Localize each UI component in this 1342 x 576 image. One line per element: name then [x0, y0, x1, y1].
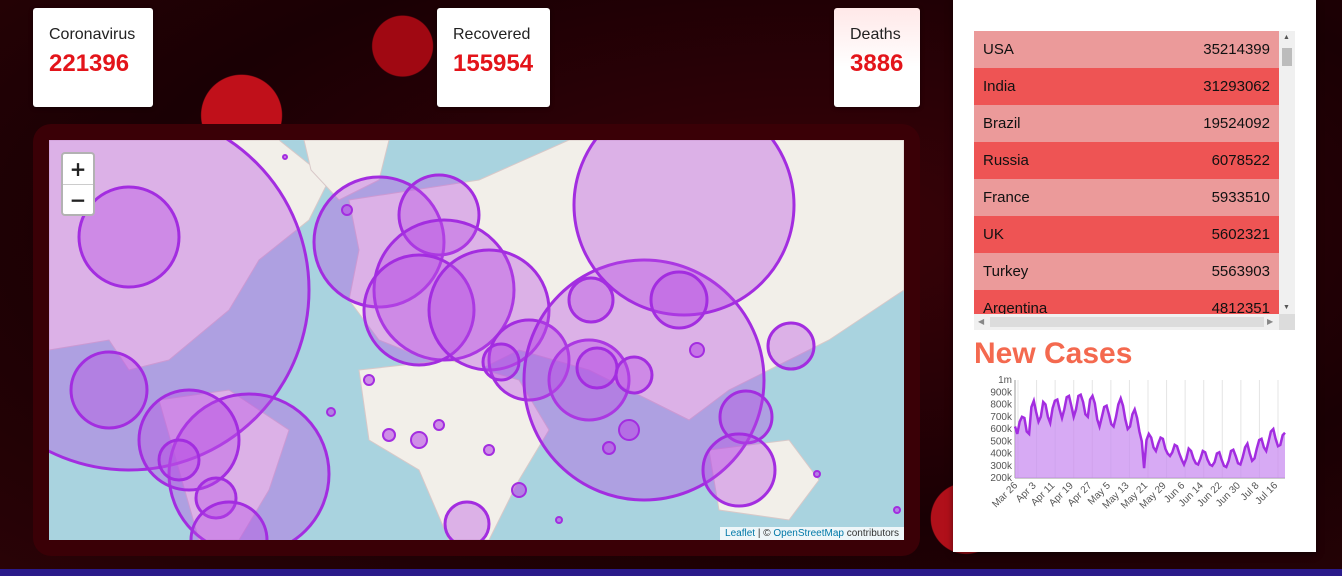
y-tick-label: 900k — [990, 387, 1013, 398]
country-name: India — [983, 78, 1016, 95]
vertical-scrollbar[interactable]: ▲ ▼ — [1279, 31, 1295, 314]
y-tick-label: 500k — [990, 436, 1013, 447]
map-tiles — [49, 140, 904, 540]
map-bubble[interactable] — [893, 506, 901, 514]
scroll-down-icon[interactable]: ▼ — [1283, 304, 1290, 311]
map-bubble[interactable] — [410, 431, 428, 449]
bottom-bar — [0, 569, 1342, 576]
country-cases: 19524092 — [1203, 115, 1270, 132]
attribution-separator: | © — [755, 528, 774, 539]
stat-card-recovered: Recovered 155954 — [437, 8, 550, 107]
map-bubble[interactable] — [481, 342, 521, 382]
y-tick-label: 600k — [990, 424, 1013, 435]
country-name: Russia — [983, 152, 1029, 169]
stat-value-deaths: 3886 — [850, 50, 904, 77]
map-bubble[interactable] — [382, 428, 396, 442]
map-bubble[interactable] — [433, 419, 445, 431]
map-bubble[interactable] — [157, 438, 201, 482]
country-cases: 5602321 — [1211, 226, 1270, 243]
map-bubble[interactable] — [555, 516, 563, 524]
y-tick-label: 1m — [998, 375, 1012, 386]
osm-link[interactable]: OpenStreetMap — [773, 528, 844, 539]
map-frame: + − Leaflet | © OpenStreetMap contributo… — [33, 124, 920, 556]
country-row[interactable]: Turkey 5563903 — [974, 253, 1279, 290]
zoom-in-button[interactable]: + — [63, 154, 93, 184]
attribution-suffix: contributors — [843, 528, 899, 539]
country-row[interactable]: India 31293062 — [974, 68, 1279, 105]
map-bubble[interactable] — [341, 204, 353, 216]
stat-card-cases: Coronavirus 221396 — [33, 8, 153, 107]
country-cases: 6078522 — [1211, 152, 1270, 169]
country-cases: 5933510 — [1211, 189, 1270, 206]
country-cases: 5563903 — [1211, 263, 1270, 280]
scrollbar-corner — [1279, 314, 1295, 330]
map-bubble[interactable] — [575, 346, 619, 390]
map-bubble[interactable] — [567, 276, 615, 324]
country-name: USA — [983, 41, 1014, 58]
country-name: Turkey — [983, 263, 1029, 280]
country-row[interactable]: France 5933510 — [974, 179, 1279, 216]
map-attribution: Leaflet | © OpenStreetMap contributors — [720, 527, 904, 540]
stat-label-cases: Coronavirus — [49, 26, 136, 43]
map-bubble[interactable] — [689, 342, 705, 358]
map-bubble[interactable] — [614, 355, 654, 395]
map-bubble[interactable] — [326, 407, 336, 417]
stat-card-deaths: Deaths 3886 — [834, 8, 920, 107]
stat-value-recovered: 155954 — [453, 50, 534, 77]
world-map[interactable]: + − Leaflet | © OpenStreetMap contributo… — [49, 140, 904, 540]
country-row[interactable]: USA 35214399 — [974, 31, 1279, 68]
side-panel: USA 35214399 India 31293062 Brazil 19524092 Ru… — [953, 0, 1316, 552]
map-bubble[interactable] — [511, 482, 527, 498]
country-row[interactable]: Russia 6078522 — [974, 142, 1279, 179]
map-bubble[interactable] — [649, 270, 709, 330]
map-bubble[interactable] — [618, 419, 640, 441]
new-cases-chart: 1m900k800k700k600k500k400k300k200kMar 26… — [990, 375, 1286, 511]
new-cases-title: New Cases — [974, 337, 1133, 370]
leaflet-link[interactable]: Leaflet — [725, 528, 755, 539]
y-tick-label: 400k — [990, 449, 1013, 460]
y-tick-label: 800k — [990, 400, 1013, 411]
y-tick-label: 300k — [990, 461, 1013, 472]
scroll-left-icon[interactable]: ◀ — [978, 317, 984, 326]
stat-label-deaths: Deaths — [850, 26, 901, 43]
scrollbar-thumb[interactable] — [1282, 48, 1292, 66]
scroll-up-icon[interactable]: ▲ — [1283, 34, 1290, 41]
map-bubble[interactable] — [443, 500, 491, 540]
country-cases: 35214399 — [1203, 41, 1270, 58]
map-bubble[interactable] — [813, 470, 821, 478]
country-name: Brazil — [983, 115, 1021, 132]
country-name: UK — [983, 226, 1004, 243]
map-bubble[interactable] — [701, 432, 777, 508]
horizontal-scrollbar[interactable]: ◀ ▶ — [974, 314, 1295, 330]
map-bubble[interactable] — [602, 441, 616, 455]
country-row[interactable]: Brazil 19524092 — [974, 105, 1279, 142]
zoom-out-button[interactable]: − — [63, 184, 93, 214]
country-cases: 31293062 — [1203, 78, 1270, 95]
country-rows: USA 35214399 India 31293062 Brazil 19524092 Ru… — [974, 31, 1279, 327]
scroll-right-icon[interactable]: ▶ — [1267, 317, 1273, 326]
map-bubble[interactable] — [363, 374, 375, 386]
y-tick-label: 700k — [990, 412, 1013, 423]
hscrollbar-thumb[interactable] — [990, 317, 1264, 327]
country-table[interactable]: USA 35214399 India 31293062 Brazil 19524092 Ru… — [974, 31, 1295, 330]
map-bubble[interactable] — [69, 350, 149, 430]
zoom-control: + − — [61, 152, 95, 216]
map-bubble[interactable] — [282, 154, 288, 160]
country-row[interactable]: UK 5602321 — [974, 216, 1279, 253]
country-name: France — [983, 189, 1030, 206]
map-bubble[interactable] — [766, 321, 816, 371]
stat-label-recovered: Recovered — [453, 26, 531, 43]
map-bubble[interactable] — [483, 444, 495, 456]
stat-value-cases: 221396 — [49, 50, 130, 77]
